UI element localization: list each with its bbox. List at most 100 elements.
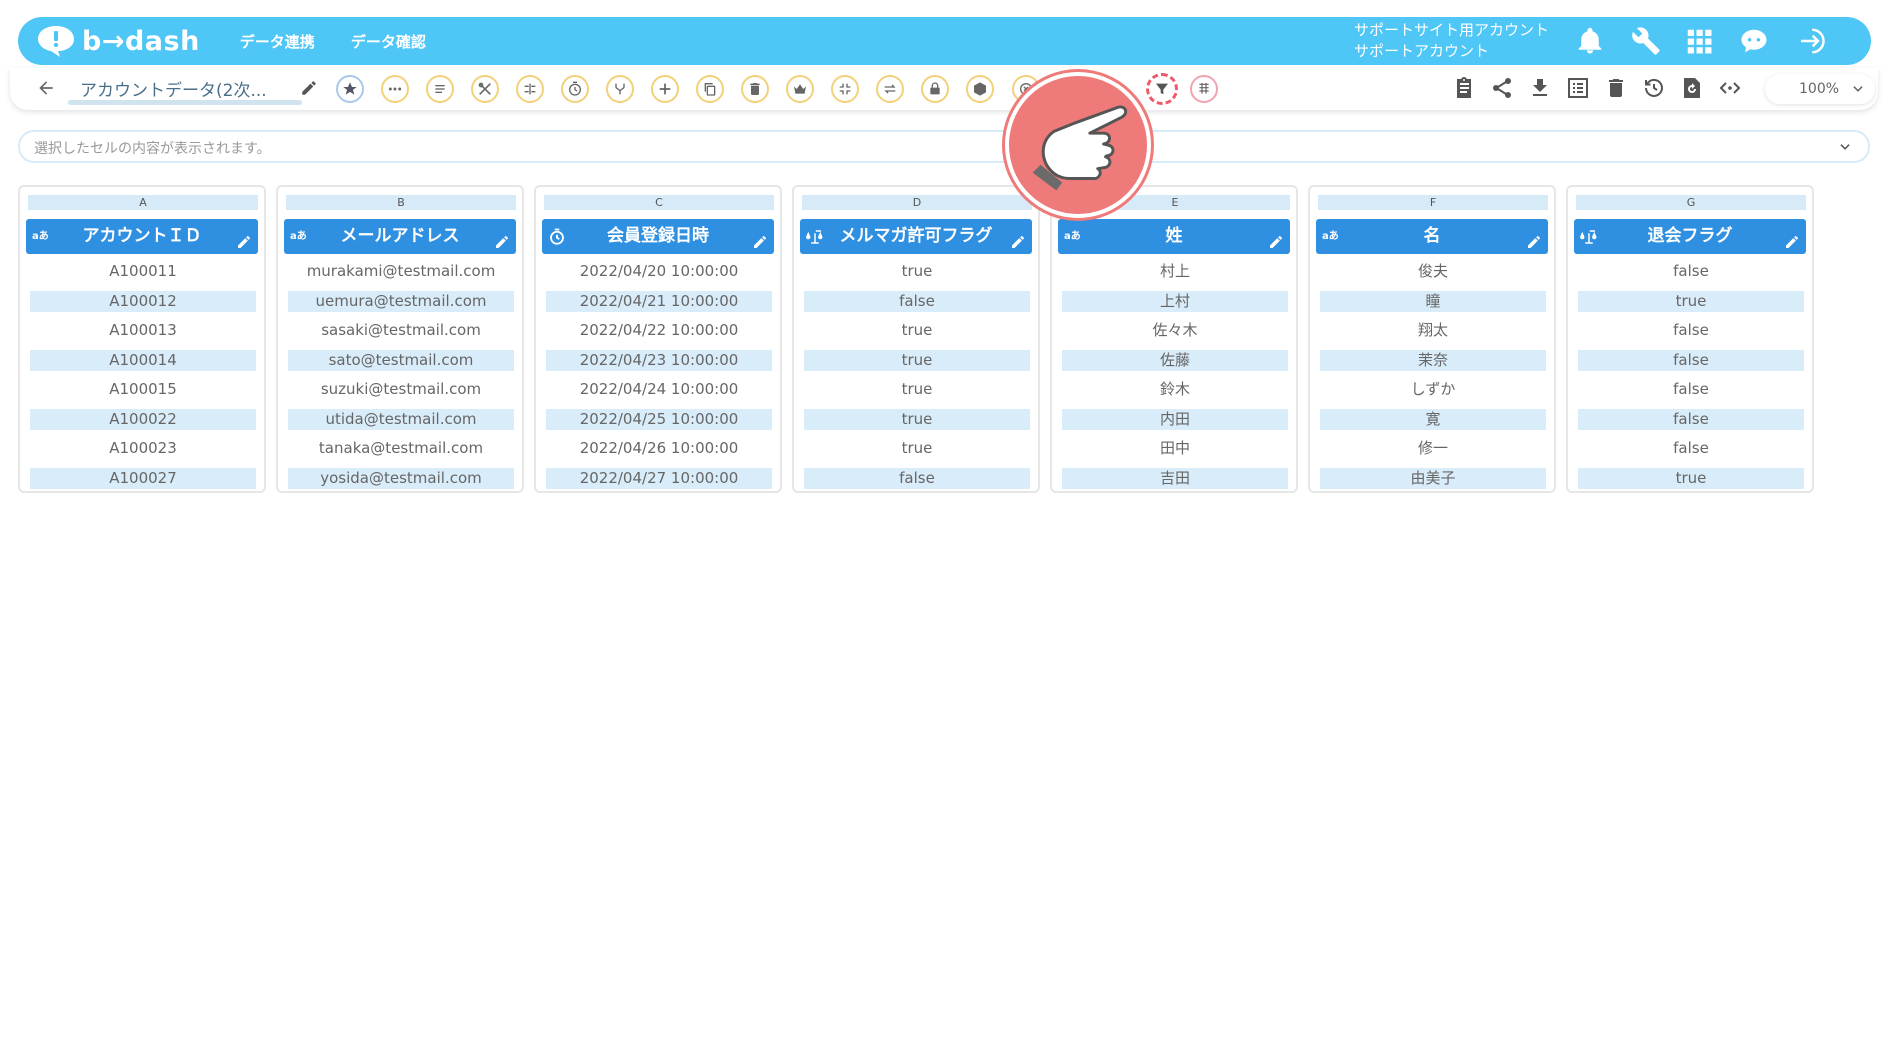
table-cell[interactable]: 上村 (1062, 290, 1288, 312)
favorite-star-button[interactable] (336, 75, 364, 103)
zoom-select[interactable]: 100% (1765, 74, 1875, 104)
table-cell[interactable]: 2022/04/24 10:00:00 (546, 379, 772, 401)
column-header[interactable]: 退会フラグ (1574, 219, 1806, 254)
table-cell[interactable]: false (1578, 379, 1804, 401)
column-letter[interactable]: A (28, 195, 258, 210)
share-icon[interactable] (1490, 76, 1514, 100)
column-header[interactable]: aあ アカウントＩＤ (26, 219, 258, 254)
column-header[interactable]: aあ 名 (1316, 219, 1548, 254)
table-cell[interactable]: false (1578, 408, 1804, 430)
swap-button[interactable] (876, 75, 904, 103)
table-cell[interactable]: true (804, 261, 1030, 283)
support-chat-icon[interactable] (1739, 26, 1769, 56)
account-info[interactable]: サポートサイト用アカウント サポートアカウント (1354, 20, 1549, 62)
table-cell[interactable]: 俊夫 (1320, 261, 1546, 283)
table-cell[interactable]: 翔太 (1320, 320, 1546, 342)
table-cell[interactable]: uemura@testmail.com (288, 290, 514, 312)
table-cell[interactable]: 吉田 (1062, 467, 1288, 489)
code-embed-icon[interactable] (1718, 76, 1742, 100)
edit-pencil-icon[interactable] (494, 228, 510, 248)
wrench-icon[interactable] (1631, 26, 1661, 56)
table-cell[interactable]: 瞳 (1320, 290, 1546, 312)
clipboard-icon[interactable] (1452, 76, 1476, 100)
table-cell[interactable]: 2022/04/27 10:00:00 (546, 467, 772, 489)
table-cell[interactable]: 2022/04/26 10:00:00 (546, 438, 772, 460)
column-letter[interactable]: B (286, 195, 516, 210)
table-cell[interactable]: 由美子 (1320, 467, 1546, 489)
column-letter[interactable]: G (1576, 195, 1806, 210)
logo[interactable]: b→dash (36, 24, 200, 58)
table-cell[interactable]: false (1578, 261, 1804, 283)
collapse-button[interactable] (831, 75, 859, 103)
timer-button[interactable] (561, 75, 589, 103)
table-cell[interactable]: 2022/04/22 10:00:00 (546, 320, 772, 342)
column-header[interactable]: 会員登録日時 (542, 219, 774, 254)
column-header[interactable]: aあ メールアドレス (284, 219, 516, 254)
edit-name-pencil-icon[interactable] (300, 79, 318, 97)
table-cell[interactable]: 寛 (1320, 408, 1546, 430)
table-cell[interactable]: A100013 (30, 320, 256, 342)
table-cell[interactable]: utida@testmail.com (288, 408, 514, 430)
column-header[interactable]: メルマガ許可フラグ (800, 219, 1032, 254)
table-cell[interactable]: 内田 (1062, 408, 1288, 430)
apps-grid-icon[interactable] (1684, 26, 1714, 56)
more-dots-button[interactable] (381, 75, 409, 103)
table-cell[interactable]: A100011 (30, 261, 256, 283)
text-lines-button[interactable] (426, 75, 454, 103)
tools-cross-button[interactable] (471, 75, 499, 103)
edit-pencil-icon[interactable] (1784, 228, 1800, 248)
copy-button[interactable] (696, 75, 724, 103)
table-cell[interactable]: A100012 (30, 290, 256, 312)
history-icon[interactable] (1642, 76, 1666, 100)
table-cell[interactable]: 2022/04/21 10:00:00 (546, 290, 772, 312)
edit-pencil-icon[interactable] (1526, 228, 1542, 248)
table-cell[interactable]: 修一 (1320, 438, 1546, 460)
column-letter[interactable]: D (802, 195, 1032, 210)
lock-join-button[interactable] (921, 75, 949, 103)
table-cell[interactable]: true (804, 349, 1030, 371)
table-cell[interactable]: false (1578, 320, 1804, 342)
table-cell[interactable]: A100014 (30, 349, 256, 371)
table-cell[interactable]: 茉奈 (1320, 349, 1546, 371)
list-view-icon[interactable] (1566, 76, 1590, 100)
column-letter[interactable]: C (544, 195, 774, 210)
table-cell[interactable]: false (1578, 438, 1804, 460)
table-cell[interactable]: 鈴木 (1062, 379, 1288, 401)
table-cell[interactable]: true (804, 379, 1030, 401)
table-cell[interactable]: A100027 (30, 467, 256, 489)
table-cell[interactable]: A100023 (30, 438, 256, 460)
add-plus-button[interactable] (651, 75, 679, 103)
delete-trash-button[interactable] (741, 75, 769, 103)
package-button[interactable] (966, 75, 994, 103)
edit-pencil-icon[interactable] (1268, 228, 1284, 248)
table-cell[interactable]: A100022 (30, 408, 256, 430)
table-cell[interactable]: false (804, 467, 1030, 489)
table-cell[interactable]: sasaki@testmail.com (288, 320, 514, 342)
chevron-down-icon[interactable] (1838, 140, 1852, 154)
table-cell[interactable]: A100015 (30, 379, 256, 401)
crown-button[interactable] (786, 75, 814, 103)
merge-columns-button[interactable] (516, 75, 544, 103)
refresh-file-icon[interactable] (1680, 76, 1704, 100)
grid-aggregate-button[interactable] (1190, 75, 1218, 103)
table-cell[interactable]: 2022/04/23 10:00:00 (546, 349, 772, 371)
table-cell[interactable]: true (804, 438, 1030, 460)
table-cell[interactable]: 2022/04/20 10:00:00 (546, 261, 772, 283)
nav-data-check[interactable]: データ確認 (351, 31, 426, 52)
table-cell[interactable]: true (1578, 467, 1804, 489)
table-cell[interactable]: false (804, 290, 1030, 312)
table-cell[interactable]: 田中 (1062, 438, 1288, 460)
trash-icon[interactable] (1604, 76, 1628, 100)
table-cell[interactable]: yosida@testmail.com (288, 467, 514, 489)
edit-pencil-icon[interactable] (752, 228, 768, 248)
table-cell[interactable]: true (1578, 290, 1804, 312)
table-cell[interactable]: 佐々木 (1062, 320, 1288, 342)
back-arrow-icon[interactable] (36, 78, 56, 98)
branch-button[interactable] (606, 75, 634, 103)
table-cell[interactable]: suzuki@testmail.com (288, 379, 514, 401)
table-cell[interactable]: true (804, 408, 1030, 430)
table-cell[interactable]: murakami@testmail.com (288, 261, 514, 283)
column-header[interactable]: aあ 姓 (1058, 219, 1290, 254)
table-cell[interactable]: 佐藤 (1062, 349, 1288, 371)
download-icon[interactable] (1528, 76, 1552, 100)
